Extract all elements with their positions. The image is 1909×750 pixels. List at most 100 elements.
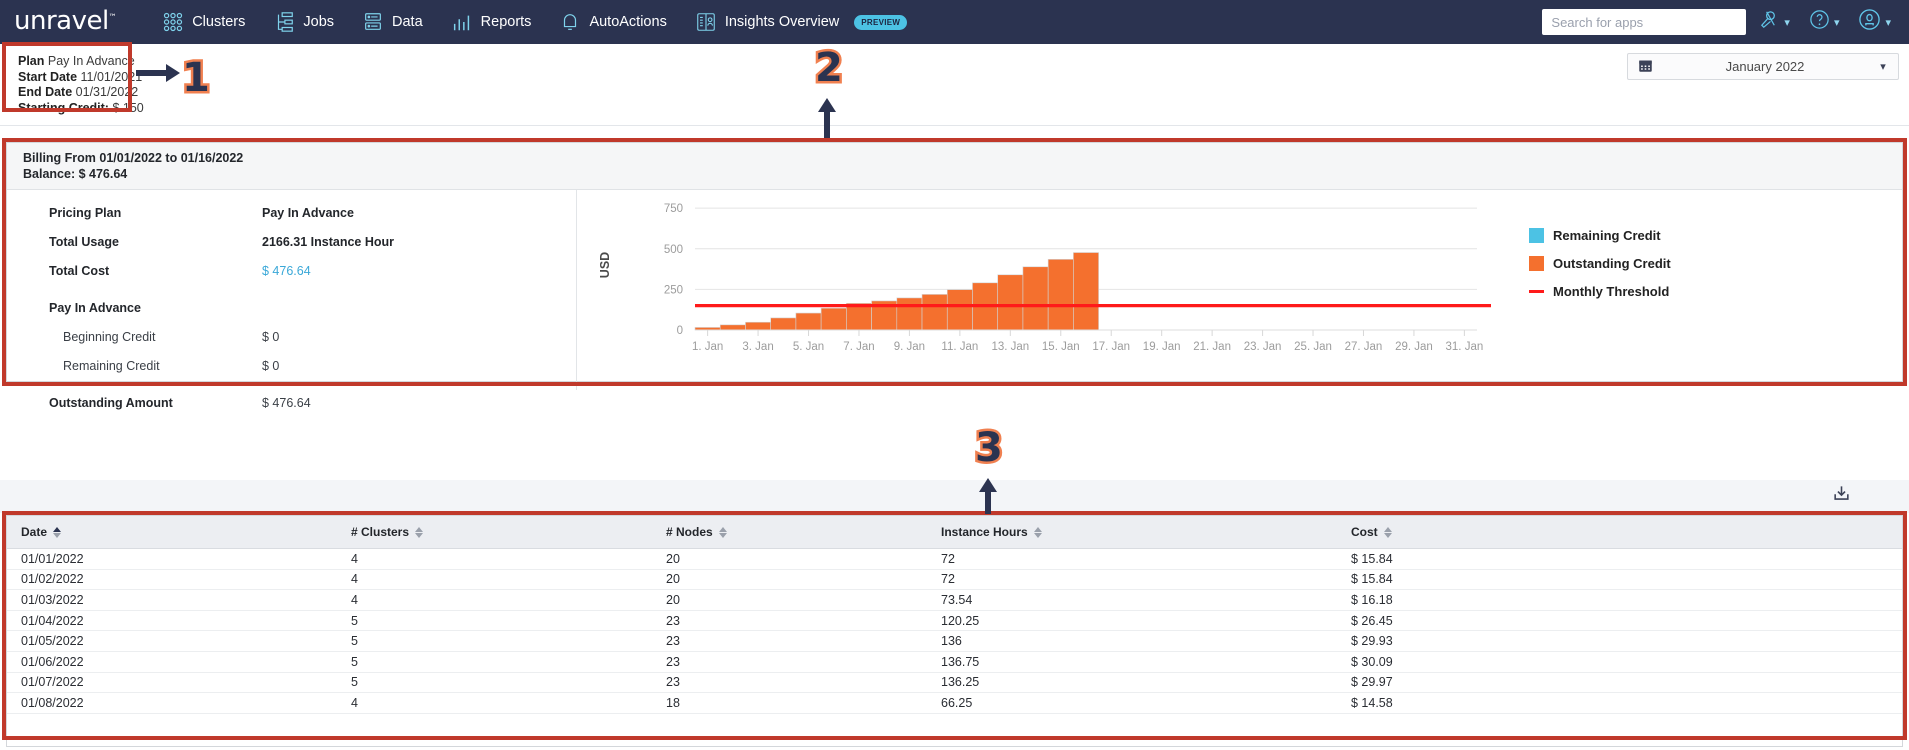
cell-nodes: 23 <box>652 630 927 652</box>
detail-row-total-usage: Total Usage 2166.31 Instance Hour <box>7 235 576 249</box>
detail-row-pay-in-advance-group: Pay In Advance <box>7 301 576 315</box>
cell-nodes: 23 <box>652 672 927 694</box>
svg-text:750: 750 <box>664 203 683 215</box>
svg-text:23. Jan: 23. Jan <box>1244 341 1282 353</box>
cell-date: 01/06/2022 <box>7 651 337 673</box>
cell-clusters: 5 <box>337 630 652 652</box>
nav-item-label: Insights Overview <box>724 14 840 30</box>
svg-text:17. Jan: 17. Jan <box>1092 341 1130 353</box>
nav-item-clusters[interactable]: Clusters <box>148 0 259 44</box>
sort-toggle-instance-hours[interactable] <box>1033 526 1042 538</box>
tools-menu-button[interactable]: ▾ <box>1752 8 1796 36</box>
start-date-row: Start Date 11/01/2021 <box>18 70 144 86</box>
cell-nodes: 20 <box>652 589 927 611</box>
table-header: Date # Clusters # Nodes Instance Hours C… <box>7 516 1902 549</box>
plan-row: Plan Pay In Advance <box>18 54 144 70</box>
chevron-down-icon: ▾ <box>1885 16 1891 29</box>
column-header-clusters[interactable]: # Clusters <box>337 516 652 549</box>
sort-toggle-clusters[interactable] <box>415 526 424 538</box>
cell-nodes: 20 <box>652 548 927 570</box>
table-row[interactable]: 01/02/2022 4 20 72 $ 15.84 <box>7 569 1902 591</box>
column-header-instance-hours[interactable]: Instance Hours <box>927 516 1337 549</box>
svg-text:21. Jan: 21. Jan <box>1193 341 1231 353</box>
annotation-number-1: 1 <box>180 55 213 101</box>
cell-date: 01/08/2022 <box>7 692 337 714</box>
column-label: Cost <box>1351 525 1378 539</box>
detail-value-total-cost[interactable]: $ 476.64 <box>262 264 311 278</box>
calendar-icon <box>1628 58 1662 76</box>
app-logo[interactable]: unravel™ <box>14 6 117 36</box>
legend-item-remaining-credit: Remaining Credit <box>1529 228 1671 243</box>
svg-text:31. Jan: 31. Jan <box>1446 341 1484 353</box>
plan-label: Plan <box>18 54 45 68</box>
svg-text:3. Jan: 3. Jan <box>742 341 773 353</box>
billing-summary-panel: Billing From 01/01/2022 to 01/16/2022 Ba… <box>6 142 1903 410</box>
search-input[interactable] <box>1542 9 1747 35</box>
table-row[interactable]: 01/04/2022 5 23 120.25 $ 26.45 <box>7 610 1902 632</box>
chevron-down-icon[interactable]: ▾ <box>1868 60 1898 73</box>
detail-row-pricing-plan: Pricing Plan Pay In Advance <box>7 206 576 220</box>
svg-text:1. Jan: 1. Jan <box>692 341 723 353</box>
table-row[interactable]: 01/03/2022 4 20 73.54 $ 16.18 <box>7 589 1902 611</box>
cell-nodes: 18 <box>652 692 927 714</box>
table-toolbar <box>0 480 1909 513</box>
nav-item-insights-overview[interactable]: Insights Overview PREVIEW <box>681 0 921 44</box>
annotation-arrow-1 <box>136 64 180 82</box>
cell-clusters: 5 <box>337 672 652 694</box>
nav-item-jobs[interactable]: Jobs <box>259 0 348 44</box>
cell-cost: $ 30.09 <box>1337 651 1902 673</box>
column-header-date[interactable]: Date <box>7 516 337 549</box>
legend-label: Outstanding Credit <box>1553 256 1671 271</box>
account-menu-button[interactable]: ▾ <box>1851 7 1897 37</box>
sort-toggle-date[interactable] <box>53 526 62 538</box>
end-date-row: End Date 01/31/2022 <box>18 85 144 101</box>
legend-swatch <box>1529 228 1544 243</box>
nav-right-group: ▾ ▾ ▾ <box>1542 0 1897 44</box>
plan-info-box: Plan Pay In Advance Start Date 11/01/202… <box>10 50 152 120</box>
table-row[interactable]: 01/08/2022 4 18 66.25 $ 14.58 <box>7 692 1902 714</box>
annotation-number-3: 3 <box>973 425 1006 471</box>
column-label: Date <box>21 525 48 539</box>
detail-label: Beginning Credit <box>63 330 156 344</box>
sort-toggle-nodes[interactable] <box>718 526 727 538</box>
cell-date: 01/04/2022 <box>7 610 337 632</box>
detail-label: Pricing Plan <box>49 206 122 220</box>
account-icon <box>1857 7 1882 37</box>
cell-clusters: 4 <box>337 692 652 714</box>
annotation-arrow-2 <box>818 98 836 138</box>
nav-item-autoactions[interactable]: AutoActions <box>545 0 680 44</box>
table-row[interactable]: 01/05/2022 5 23 136 $ 29.93 <box>7 630 1902 652</box>
cell-clusters: 5 <box>337 651 652 673</box>
table-row[interactable]: 01/01/2022 4 20 72 $ 15.84 <box>7 548 1902 570</box>
cell-hours: 66.25 <box>927 692 1337 714</box>
detail-value: 2166.31 Instance Hour <box>262 235 395 249</box>
sort-toggle-cost[interactable] <box>1383 526 1392 538</box>
column-label: # Clusters <box>351 525 410 539</box>
svg-text:25. Jan: 25. Jan <box>1294 341 1332 353</box>
svg-text:11. Jan: 11. Jan <box>941 341 978 353</box>
month-datepicker[interactable]: January 2022 ▾ <box>1627 53 1899 80</box>
table-row[interactable]: 01/07/2022 5 23 136.25 $ 29.97 <box>7 672 1902 694</box>
cell-hours: 73.54 <box>927 589 1337 611</box>
detail-value: $ 0 <box>262 330 280 344</box>
starting-credit-row: Starting Credit: $ 150 <box>18 101 144 117</box>
download-icon[interactable] <box>1832 484 1851 508</box>
cell-cost: $ 14.58 <box>1337 692 1902 714</box>
detail-spacer <box>7 293 576 301</box>
nav-item-reports[interactable]: Reports <box>437 0 546 44</box>
cell-cost: $ 15.84 <box>1337 569 1902 591</box>
help-icon <box>1808 8 1831 36</box>
svg-text:29. Jan: 29. Jan <box>1395 341 1433 353</box>
chevron-down-icon: ▾ <box>1784 16 1790 29</box>
column-header-nodes[interactable]: # Nodes <box>652 516 927 549</box>
column-label: # Nodes <box>666 525 713 539</box>
detail-value: $ 0 <box>262 359 280 373</box>
column-header-cost[interactable]: Cost <box>1337 516 1902 549</box>
nav-item-data[interactable]: Data <box>348 0 437 44</box>
cell-hours: 136.75 <box>927 651 1337 673</box>
help-menu-button[interactable]: ▾ <box>1802 8 1846 36</box>
legend-swatch <box>1529 256 1544 271</box>
start-date-label: Start Date <box>18 69 78 84</box>
table-row[interactable]: 01/06/2022 5 23 136.75 $ 30.09 <box>7 651 1902 673</box>
end-date-value: 01/31/2022 <box>75 85 139 100</box>
